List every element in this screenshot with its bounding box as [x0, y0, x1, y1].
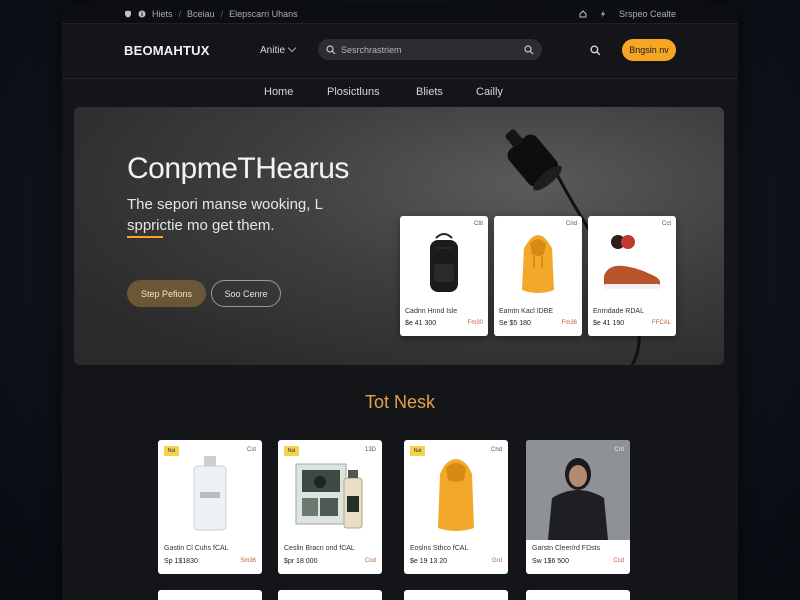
product-price: Sw 1$6 500 — [532, 558, 569, 565]
hero-product-card[interactable]: Cct Enrndade RDAL $e 41 190 FFCAL — [588, 216, 676, 336]
jacket-model-icon — [526, 440, 630, 540]
site-logo[interactable]: BEOMAHTUX — [124, 43, 210, 58]
main-nav: Home Plosictluns Bliets Cailly — [62, 80, 738, 106]
logo-text: BEOMAHTUX — [124, 43, 210, 58]
hero-product-card[interactable]: Ctit Cadnn Hnnd Isle $e 41 300 Fm30 — [400, 216, 488, 336]
support-link[interactable]: Srspeo Cealte — [619, 9, 676, 19]
product-card[interactable] — [404, 590, 508, 600]
hero-product-card[interactable]: Cnd Eamtn Kacl IDBE Se $5 180 Fm36 — [494, 216, 582, 336]
product-name: Ceslin Bracn ond fCAL — [284, 545, 355, 552]
product-card[interactable] — [278, 590, 382, 600]
hoodie-icon — [522, 235, 554, 293]
hoodie-icon — [438, 459, 474, 531]
author-dropdown[interactable]: Anitie — [260, 43, 297, 56]
product-name: Enrndade RDAL — [593, 308, 644, 315]
lightning-icon[interactable] — [599, 10, 607, 18]
perfume-bottle-icon — [193, 456, 227, 531]
gift-set-icon — [295, 463, 363, 529]
info-icon[interactable] — [138, 10, 146, 18]
author-label: Anitie — [260, 45, 286, 56]
backpack-icon — [430, 233, 458, 292]
breadcrumb-item-3[interactable]: Elepscarri Uhans — [229, 9, 298, 19]
hero-banner: ConpmeTHearus The sepori manse wooking, … — [74, 107, 724, 365]
product-card[interactable]: Nat Cnd Eoslns Sthco fCAL $e 19 13 20 Gr… — [404, 440, 508, 574]
hero-subtitle: The sepori manse wooking, L spprictie mo… — [127, 196, 323, 234]
product-card[interactable]: Nat Cst Gastin Cl Cuhs fCAL Sp 1$1830 Sm… — [158, 440, 262, 574]
product-price: $e 19 13 20 — [410, 558, 447, 565]
product-name: Gastin Cl Cuhs fCAL — [164, 545, 229, 552]
top-utility-right: Srspeo Cealte — [579, 9, 676, 19]
see-more-button[interactable]: Soo Cenre — [211, 280, 281, 307]
product-old-price: Fm36 — [561, 320, 577, 326]
shop-products-button[interactable]: Step Pefions — [127, 280, 206, 307]
sneaker-icon — [604, 235, 660, 289]
product-card[interactable] — [526, 590, 630, 600]
product-card[interactable] — [158, 590, 262, 600]
product-old-price: FFCAL — [651, 320, 671, 326]
product-name: Garstn Cleer/rd FDsts — [532, 545, 601, 552]
product-price: Se $5 180 — [499, 320, 531, 327]
product-tag: Cnd — [565, 221, 577, 227]
nav-item-gallery[interactable]: Cailly — [476, 86, 503, 98]
product-card[interactable]: Crrl Garstn Cleer/rd FDsts Sw 1$6 500 Cc… — [526, 440, 630, 574]
product-old-price: Sm36 — [240, 558, 256, 564]
chevron-down-icon — [287, 43, 297, 53]
product-name: Eamtn Kacl IDBE — [499, 308, 554, 315]
product-price: Sp 1$1830 — [164, 558, 198, 565]
breadcrumb-separator: / — [220, 8, 224, 19]
search-icon[interactable] — [590, 45, 601, 56]
product-tag: Crrl — [614, 447, 624, 453]
home-icon[interactable] — [579, 9, 587, 18]
nav-item-home[interactable]: Home — [264, 86, 293, 98]
product-price: $e 41 190 — [593, 320, 625, 327]
product-price: $e 41 300 — [405, 320, 437, 327]
product-tag: Cct — [662, 221, 671, 227]
search-bar — [318, 39, 542, 60]
product-price: $pr 18 000 — [284, 558, 318, 565]
product-name: Cadnn Hnnd Isle — [405, 308, 458, 315]
breadcrumb-item-1[interactable]: Hiets — [152, 9, 173, 19]
page-frame: Hiets / Bceiau / Elepscarri Uhans Srspeo… — [62, 4, 738, 600]
breadcrumb-item-2[interactable]: Bceiau — [187, 9, 215, 19]
sign-up-button[interactable]: Bngsin nv — [622, 39, 676, 61]
product-old-price: Ccd — [613, 558, 624, 564]
shield-icon — [125, 10, 131, 17]
search-input[interactable] — [341, 44, 524, 55]
product-old-price: Fm30 — [467, 320, 483, 326]
product-name: Eoslns Sthco fCAL — [410, 545, 469, 552]
search-submit-icon[interactable] — [524, 44, 534, 55]
nav-item-blogs[interactable]: Bliets — [416, 86, 443, 98]
hero-title: ConpmeTHearus — [127, 152, 349, 185]
section-title: Tot Nesk — [364, 392, 436, 412]
search-icon — [326, 44, 336, 54]
product-tag: Ctit — [474, 221, 483, 227]
breadcrumb: Hiets / Bceiau / Elepscarri Uhans — [124, 9, 298, 19]
top-utility-bar: Hiets / Bceiau / Elepscarri Uhans Srspeo… — [62, 4, 738, 24]
hero-accent-line — [127, 236, 163, 238]
product-old-price: Cnd — [364, 558, 376, 564]
nav-item-products[interactable]: Plosictluns — [327, 86, 380, 98]
breadcrumb-separator: / — [178, 8, 182, 19]
product-old-price: Grd — [491, 558, 502, 564]
product-card[interactable]: Nat 13D Ceslin Bracn ond fCAL $pr 18 000… — [278, 440, 382, 574]
site-header: BEOMAHTUX Anitie Bngsin nv — [62, 24, 738, 79]
